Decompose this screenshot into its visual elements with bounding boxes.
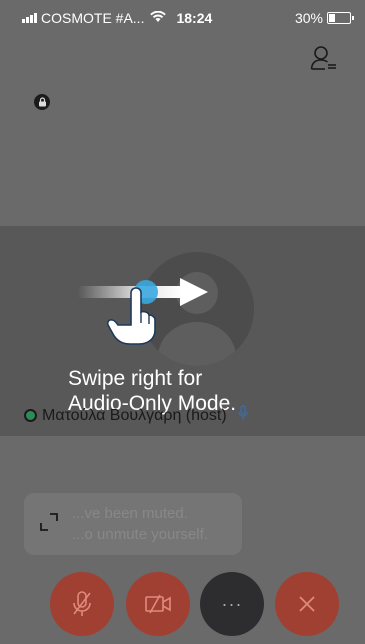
video-button[interactable] [126,572,190,636]
end-call-button[interactable] [275,572,339,636]
meeting-controls: ··· [0,572,365,644]
swipe-hint-line-1: Swipe right for [68,367,203,390]
participant-name-label: Ματούλα Βουλγαρη (host) [24,405,248,426]
more-label: ··· [221,593,243,614]
toast-line-1: ...ve been muted. [72,505,188,522]
video-off-icon [145,594,171,614]
microphone-icon [238,405,248,426]
participant-name: Ματούλα Βουλγαρη (host) [42,406,227,424]
toast-line-2: ...o unmute yourself. [72,526,208,543]
connection-status-icon [24,409,37,422]
more-options-button[interactable]: ··· [200,572,264,636]
microphone-muted-icon [73,591,91,616]
mute-button[interactable] [50,572,114,636]
close-icon [299,596,315,612]
expand-icon[interactable] [38,511,60,533]
muted-toast: ...ve been muted. ...o unmute yourself. [24,493,242,555]
pointing-hand-icon [106,287,156,345]
toast-message: ...ve been muted. ...o unmute yourself. [72,503,208,545]
